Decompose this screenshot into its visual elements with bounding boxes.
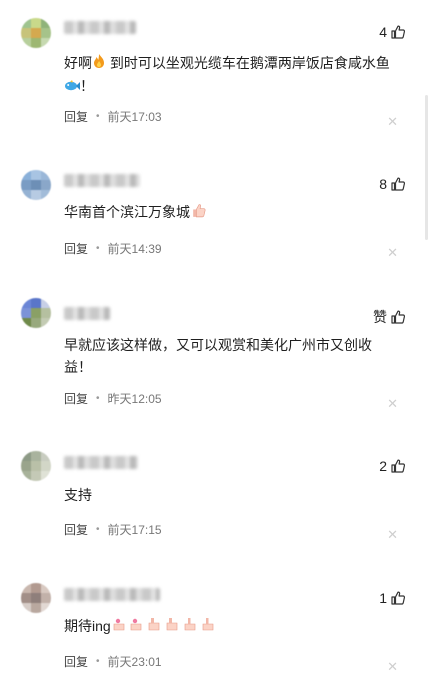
- comment-time: 前天14:39: [107, 242, 162, 256]
- reply-button[interactable]: 回复: [64, 653, 88, 670]
- avatar[interactable]: [21, 451, 51, 481]
- comment-time: 前天17:03: [107, 110, 162, 124]
- avatar[interactable]: [21, 18, 51, 48]
- comment-meta: 回复 • 前天17:15: [64, 521, 162, 538]
- like-count: 2: [379, 458, 387, 474]
- fire-emoji: [92, 53, 106, 75]
- username-redacted[interactable]: [64, 174, 140, 187]
- username-redacted[interactable]: [64, 588, 160, 601]
- reply-button[interactable]: 回复: [64, 240, 88, 257]
- comment-time: 昨天12:05: [107, 392, 162, 406]
- thumbs-up-emoji: [190, 202, 207, 225]
- comment-meta: 回复 • 昨天12:05: [64, 390, 162, 407]
- thumbs-up-icon: [391, 177, 406, 191]
- comment-time: 前天23:01: [107, 655, 162, 669]
- thumbs-up-icon: [391, 459, 406, 473]
- like-button[interactable]: 1: [379, 590, 406, 606]
- close-icon[interactable]: ✕: [387, 396, 398, 412]
- username-redacted[interactable]: [64, 307, 110, 320]
- reply-button[interactable]: 回复: [64, 390, 88, 407]
- comment-meta: 回复 • 前天23:01: [64, 653, 162, 670]
- comment-meta: 回复 • 前天14:39: [64, 240, 162, 257]
- like-count: 赞: [373, 309, 387, 325]
- scrollbar[interactable]: [424, 0, 428, 678]
- username-redacted[interactable]: [64, 21, 136, 34]
- separator-dot: •: [96, 524, 100, 535]
- separator-dot: •: [96, 656, 100, 667]
- comment-text: 早就应该这样做，又可以观赏和美化广州市又创收益！: [64, 337, 372, 375]
- separator-dot: •: [96, 393, 100, 404]
- avatar[interactable]: [21, 583, 51, 613]
- comment-time: 前天17:15: [107, 523, 162, 537]
- comment-text: 支持: [64, 487, 92, 503]
- like-button[interactable]: 4: [379, 24, 406, 40]
- close-icon[interactable]: ✕: [387, 245, 398, 261]
- comment-meta: 回复 • 前天17:03: [64, 108, 162, 125]
- close-icon[interactable]: ✕: [387, 659, 398, 675]
- thumbs-up-icon: [391, 591, 406, 605]
- username-redacted[interactable]: [64, 456, 138, 469]
- close-icon[interactable]: ✕: [387, 114, 398, 130]
- comment-text: 好啊 到时可以坐观光缆车在鹅潭两岸饭店食咸水鱼！: [64, 52, 394, 99]
- separator-dot: •: [96, 243, 100, 254]
- thumbs-up-icon: [391, 25, 406, 39]
- like-count: 1: [379, 590, 387, 606]
- thumbs-up-icon: [391, 310, 406, 324]
- reply-button[interactable]: 回复: [64, 521, 88, 538]
- comment-text: 华南首个滨江万象城: [64, 201, 394, 225]
- avatar[interactable]: [21, 298, 51, 328]
- close-icon[interactable]: ✕: [387, 527, 398, 543]
- like-button[interactable]: 赞: [373, 307, 406, 327]
- comment-text: 期待ing: [64, 615, 394, 639]
- like-count: 8: [379, 176, 387, 192]
- hand-emoji-row: [111, 615, 231, 639]
- like-button[interactable]: 8: [379, 176, 406, 192]
- fish-emoji: [64, 77, 80, 99]
- like-button[interactable]: 2: [379, 458, 406, 474]
- avatar[interactable]: [21, 170, 51, 200]
- like-count: 4: [379, 24, 387, 40]
- reply-button[interactable]: 回复: [64, 108, 88, 125]
- separator-dot: •: [96, 111, 100, 122]
